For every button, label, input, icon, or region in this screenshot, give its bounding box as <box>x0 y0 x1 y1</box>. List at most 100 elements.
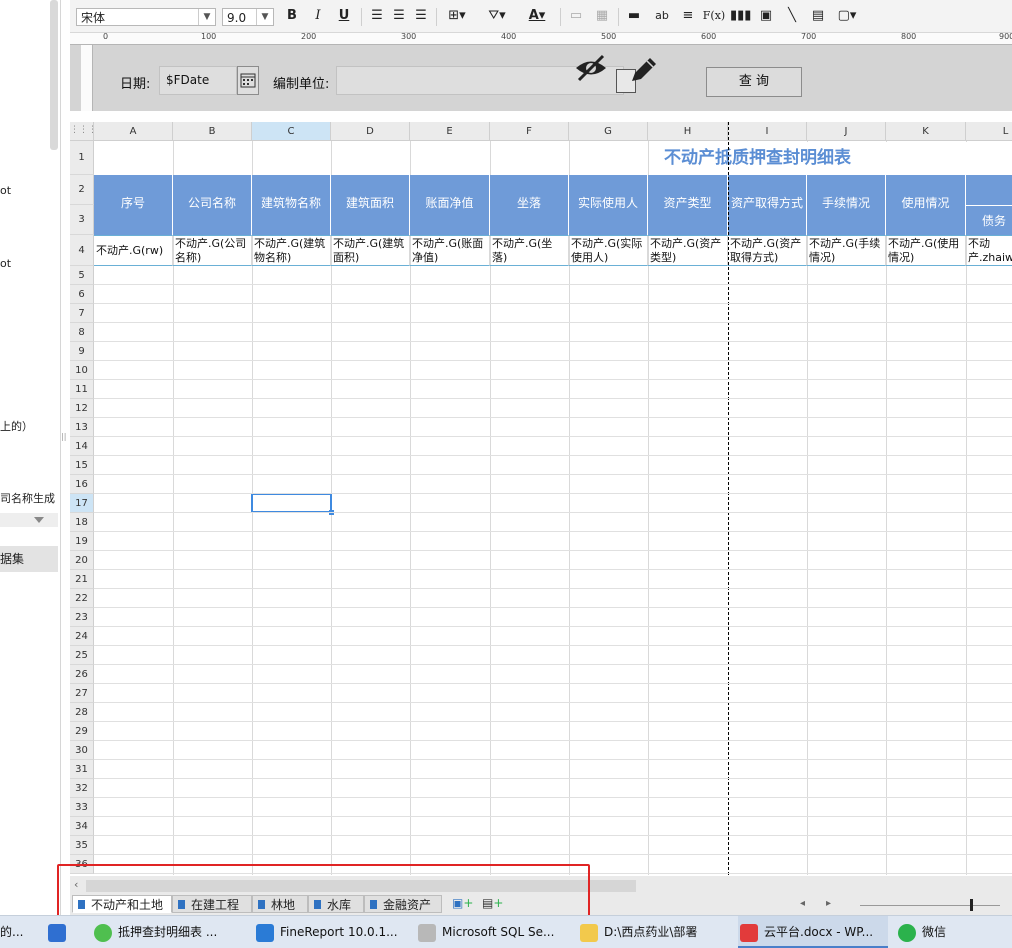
row-header[interactable]: 33 <box>70 798 94 817</box>
taskbar-item[interactable]: Microsoft SQL Se... <box>418 916 583 948</box>
italic-button[interactable]: I <box>308 5 328 27</box>
text-cell-button[interactable]: ab <box>650 5 674 27</box>
row-header[interactable]: 20 <box>70 551 94 570</box>
row-header[interactable]: 4 <box>70 235 94 266</box>
page-prev-icon[interactable]: ◂ <box>800 898 805 909</box>
taskbar-item[interactable]: 抵押查封明细表 ... <box>94 916 244 948</box>
header-cell[interactable]: 资产类型 <box>648 175 728 235</box>
fill-color-icon[interactable]: ⛛▾ <box>482 5 512 27</box>
row-header[interactable]: 14 <box>70 437 94 456</box>
taskbar-item[interactable]: 的... <box>0 916 40 948</box>
data-cell[interactable]: 不动产.G(资产类型) <box>648 235 728 266</box>
selected-cell[interactable] <box>251 493 334 515</box>
data-cell[interactable]: 不动产.G(建筑面积) <box>331 235 410 266</box>
data-cell[interactable]: 不动产.G(手续情况) <box>807 235 886 266</box>
column-header[interactable]: A <box>94 122 173 141</box>
align-center-icon[interactable]: ☰ <box>389 5 409 27</box>
row-header[interactable]: 16 <box>70 475 94 494</box>
header-cell[interactable]: 公司名称 <box>173 175 252 235</box>
split-cells-icon[interactable]: ▦ <box>592 5 612 27</box>
row-header[interactable]: 17 <box>70 494 94 513</box>
column-header[interactable]: C <box>252 122 331 141</box>
taskbar-item[interactable]: FineReport 10.0.1... <box>256 916 406 948</box>
collapse-arrow-icon[interactable] <box>34 517 44 523</box>
hidden-eye-icon[interactable] <box>573 53 609 86</box>
row-header[interactable]: 2 <box>70 175 94 205</box>
query-button[interactable]: 查 询 <box>706 67 802 97</box>
zoom-slider-track[interactable] <box>860 905 1000 906</box>
report-grid[interactable]: ⋮⋮⋮ A B C D E F G H I J K L 1 2 3 4 不动产抵… <box>70 122 1012 875</box>
pencil-icon[interactable] <box>626 53 660 90</box>
data-cell[interactable]: 不动产.G(账面净值) <box>410 235 490 266</box>
header-cell[interactable]: 建筑物名称 <box>252 175 331 235</box>
row-header[interactable]: 26 <box>70 665 94 684</box>
bold-button[interactable]: B <box>282 5 302 27</box>
header-cell[interactable]: 债务名 <box>966 205 1012 258</box>
font-family-select[interactable]: 宋体 ▼ <box>76 8 216 26</box>
row-header[interactable]: 10 <box>70 361 94 380</box>
row-header[interactable]: 22 <box>70 589 94 608</box>
sidebar-item-1[interactable]: ot <box>0 184 11 197</box>
merge-cells-icon[interactable]: ▭ <box>566 5 586 27</box>
sidebar-splitter[interactable] <box>0 513 58 527</box>
align-left-icon[interactable]: ☰ <box>367 5 387 27</box>
column-header[interactable]: I <box>728 122 807 141</box>
header-cell[interactable]: 账面净值 <box>410 175 490 235</box>
header-cell[interactable]: 手续情况 <box>807 175 886 235</box>
column-header[interactable]: G <box>569 122 648 141</box>
column-header[interactable]: F <box>490 122 569 141</box>
row-header[interactable]: 8 <box>70 323 94 342</box>
row-header[interactable]: 19 <box>70 532 94 551</box>
row-header[interactable]: 27 <box>70 684 94 703</box>
splitter-grip-icon[interactable]: || <box>61 432 66 441</box>
underline-button[interactable]: U <box>334 5 354 27</box>
font-color-icon[interactable]: A▾ <box>522 5 552 27</box>
align-right-icon[interactable]: ☰ <box>411 5 431 27</box>
date-field[interactable]: $FDate <box>159 66 237 95</box>
header-cell[interactable]: 序号 <box>94 175 173 235</box>
row-header[interactable]: 6 <box>70 285 94 304</box>
row-header[interactable]: 15 <box>70 456 94 475</box>
row-header[interactable]: 29 <box>70 722 94 741</box>
header-cell[interactable]: 实际使用人 <box>569 175 648 235</box>
zoom-slider-thumb[interactable] <box>970 899 973 911</box>
sidebar-item-2[interactable]: ot <box>0 257 11 270</box>
column-header[interactable]: E <box>410 122 490 141</box>
subreport-icon[interactable]: ▤ <box>808 5 828 27</box>
row-header[interactable]: 32 <box>70 779 94 798</box>
row-header[interactable]: 34 <box>70 817 94 836</box>
insert-row-icon[interactable]: ▬ <box>624 5 644 27</box>
row-header[interactable]: 25 <box>70 646 94 665</box>
header-cell[interactable]: 坐落 <box>490 175 569 235</box>
row-header[interactable]: 31 <box>70 760 94 779</box>
data-cell[interactable]: 不动产.G(rw) <box>94 235 173 266</box>
formula-button[interactable]: F(x) <box>702 5 726 27</box>
column-header[interactable]: B <box>173 122 252 141</box>
column-header[interactable]: D <box>331 122 410 141</box>
font-size-select[interactable]: 9.0 ▼ <box>222 8 274 26</box>
row-header[interactable]: 23 <box>70 608 94 627</box>
sidebar-scrollbar[interactable] <box>50 0 58 150</box>
taskbar-item[interactable]: D:\西点药业\部署 <box>580 916 730 948</box>
row-header[interactable]: 7 <box>70 304 94 323</box>
row-header[interactable]: 9 <box>70 342 94 361</box>
sidebar-item-4[interactable]: 司名称生成 <box>0 490 55 506</box>
row-header[interactable]: 30 <box>70 741 94 760</box>
taskbar-item[interactable]: 云平台.docx - WP... <box>738 916 888 948</box>
column-header[interactable]: J <box>807 122 886 141</box>
data-cell[interactable]: 不动产.G(实际使用人) <box>569 235 648 266</box>
data-cell[interactable]: 不动产.G(公司名称) <box>173 235 252 266</box>
sidebar-item-3[interactable]: 上的） <box>0 418 33 434</box>
data-cell[interactable]: 不动产.G(坐落) <box>490 235 569 266</box>
column-header[interactable]: K <box>886 122 966 141</box>
row-header[interactable]: 12 <box>70 399 94 418</box>
row-header[interactable]: 13 <box>70 418 94 437</box>
data-cell[interactable]: 不动产.G(资产取得方式) <box>728 235 807 266</box>
calendar-icon[interactable] <box>237 66 259 95</box>
taskbar-app-icon[interactable] <box>48 916 72 948</box>
row-header[interactable]: 24 <box>70 627 94 646</box>
data-cell[interactable]: 不动产.G(建筑物名称) <box>252 235 331 266</box>
chart-icon[interactable]: ▮▮▮ <box>730 5 751 27</box>
slash-icon[interactable]: ╲ <box>782 5 802 27</box>
row-header[interactable]: 11 <box>70 380 94 399</box>
